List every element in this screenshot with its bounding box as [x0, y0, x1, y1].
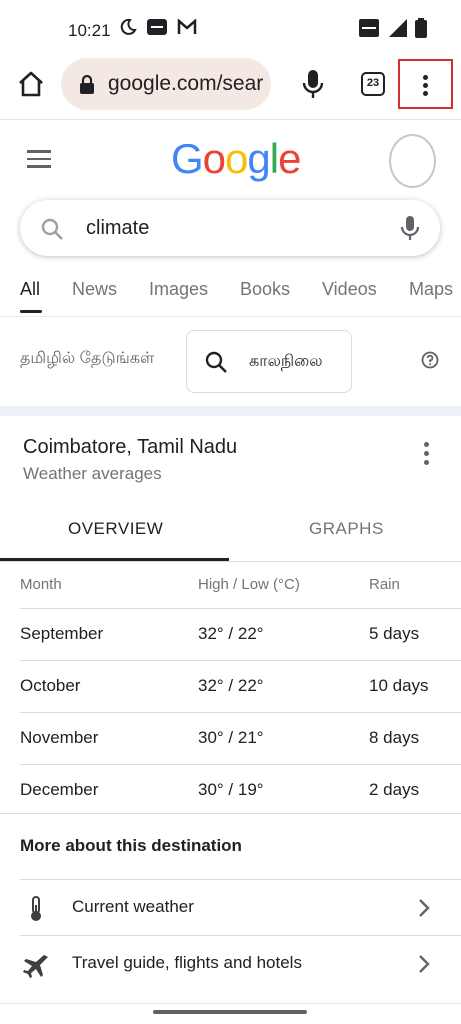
- help-icon[interactable]: [421, 351, 439, 369]
- thermometer-icon: [31, 896, 41, 921]
- url-text: google.com/sear: [108, 72, 264, 95]
- tab-switcher-button[interactable]: 23: [361, 72, 385, 96]
- tab-overview[interactable]: OVERVIEW: [68, 519, 163, 539]
- travel-guide-label: Travel guide, flights and hotels: [72, 953, 302, 972]
- month-cell: September: [20, 624, 104, 643]
- table-row: September 32° / 22° 5 days: [20, 609, 461, 661]
- more-about-heading: More about this destination: [20, 836, 242, 855]
- tab-all[interactable]: All: [20, 279, 40, 300]
- tamil-search-label: தமிழில் தேடுங்கள்: [20, 350, 155, 367]
- status-time: 10:21: [68, 21, 111, 40]
- table-bottom-divider: [0, 813, 461, 814]
- gmail-icon: [177, 19, 197, 34]
- lock-icon: [80, 74, 94, 94]
- bottom-divider: [0, 1003, 461, 1004]
- chevron-right-icon: [419, 955, 430, 973]
- current-weather-label: Current weather: [72, 897, 194, 916]
- section-divider: [0, 406, 461, 416]
- month-cell: November: [20, 728, 99, 747]
- current-weather-link[interactable]: Current weather: [20, 879, 461, 935]
- status-bar: 10:21: [0, 0, 461, 56]
- tab-maps[interactable]: Maps: [409, 279, 453, 300]
- search-input[interactable]: climate: [86, 217, 149, 240]
- place-subtitle: Weather averages: [23, 464, 162, 483]
- browser-toolbar: google.com/sear 23: [0, 56, 461, 118]
- tab-graphs[interactable]: GRAPHS: [309, 519, 384, 539]
- rain-cell: 8 days: [369, 728, 420, 747]
- active-tab-indicator: [20, 310, 42, 313]
- paytm-icon: [147, 19, 167, 35]
- table-row: November 30° / 21° 8 days: [20, 713, 461, 765]
- tab-news[interactable]: News: [72, 279, 117, 300]
- airplane-icon: [23, 955, 48, 978]
- home-icon[interactable]: [16, 69, 46, 99]
- account-avatar[interactable]: [389, 134, 436, 188]
- rain-cell: 2 days: [369, 780, 420, 799]
- table-row: December 30° / 19° 2 days: [20, 765, 461, 816]
- volte-icon: [359, 19, 379, 37]
- overflow-menu-button[interactable]: [398, 59, 453, 109]
- search-icon: [41, 218, 63, 240]
- chevron-right-icon: [419, 899, 430, 917]
- table-row: October 32° / 22° 10 days: [20, 661, 461, 713]
- tamil-chip-label: காலநிலை: [249, 353, 323, 370]
- tab-videos[interactable]: Videos: [322, 279, 377, 300]
- temp-cell: 32° / 22°: [198, 624, 264, 643]
- 4g-signal-icon: [389, 19, 407, 37]
- table-header: Month High / Low (°C) Rain: [20, 562, 461, 609]
- column-header: Month: [20, 576, 62, 593]
- column-header: Rain: [369, 576, 400, 593]
- tab-books[interactable]: Books: [240, 279, 290, 300]
- voice-search-icon[interactable]: [300, 68, 326, 100]
- search-tabs: All News Images Books Videos Maps: [0, 276, 461, 314]
- tab-images[interactable]: Images: [149, 279, 208, 300]
- google-logo[interactable]: Google: [171, 135, 301, 183]
- weather-table: Month High / Low (°C) Rain September 32°…: [0, 562, 461, 816]
- month-cell: December: [20, 780, 99, 799]
- travel-guide-link[interactable]: Travel guide, flights and hotels: [20, 935, 461, 991]
- tabs-divider: [0, 316, 461, 317]
- column-header: High / Low (°C): [198, 576, 300, 593]
- tamil-search-chip[interactable]: காலநிலை: [186, 330, 352, 393]
- hamburger-menu-icon[interactable]: [27, 150, 51, 168]
- temp-cell: 32° / 22°: [198, 676, 264, 695]
- temp-cell: 30° / 19°: [198, 780, 264, 799]
- gesture-navigation-bar[interactable]: [153, 1010, 307, 1014]
- place-title: Coimbatore, Tamil Nadu: [23, 436, 238, 458]
- more-options-icon[interactable]: [418, 442, 434, 470]
- toolbar-divider: [0, 119, 461, 120]
- search-mic-icon[interactable]: [399, 215, 421, 241]
- temp-cell: 30° / 21°: [198, 728, 264, 747]
- rain-cell: 5 days: [369, 624, 420, 643]
- search-box[interactable]: climate: [20, 200, 440, 256]
- battery-icon: [415, 18, 427, 38]
- month-cell: October: [20, 676, 81, 695]
- search-icon: [205, 351, 227, 373]
- moon-icon: [120, 18, 137, 35]
- url-bar[interactable]: google.com/sear: [61, 58, 271, 110]
- rain-cell: 10 days: [369, 676, 429, 695]
